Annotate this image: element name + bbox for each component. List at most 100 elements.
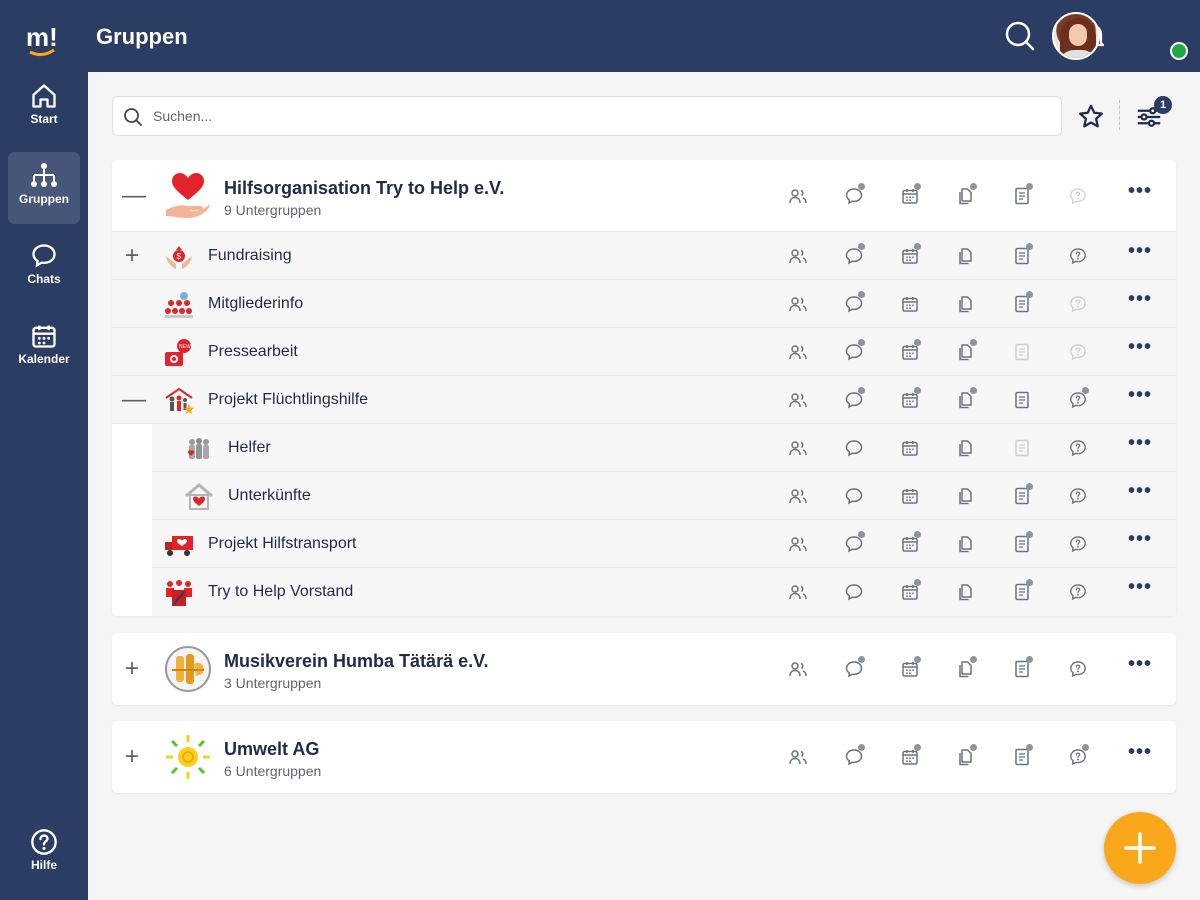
files-icon-button[interactable] xyxy=(956,183,977,206)
subgroup-row[interactable]: NEWS Pressearbeit ••• xyxy=(112,328,1176,376)
group-row[interactable]: + Umwelt AG 6 Untergruppen ••• xyxy=(112,721,1176,793)
files-icon-button[interactable] xyxy=(956,438,976,458)
group-row[interactable]: + Musikverein Humba Tätärä e.V. 3 Unterg… xyxy=(112,633,1176,705)
members-icon-button[interactable] xyxy=(788,534,808,554)
chat-icon-button[interactable] xyxy=(844,387,865,410)
expand-toggle[interactable]: + xyxy=(122,657,142,681)
chat-icon-button[interactable] xyxy=(844,656,865,679)
chat-icon-button[interactable] xyxy=(844,438,864,458)
survey-icon-button[interactable] xyxy=(1068,387,1089,410)
chat-icon-button[interactable] xyxy=(844,291,865,314)
more-icon[interactable]: ••• xyxy=(1128,289,1152,314)
survey-icon-button[interactable] xyxy=(1068,186,1088,206)
calendar-icon-button[interactable] xyxy=(900,183,921,206)
files-icon-button[interactable] xyxy=(956,339,977,362)
files-icon-button[interactable] xyxy=(956,656,977,679)
files-icon-button[interactable] xyxy=(956,294,976,314)
survey-icon-button[interactable] xyxy=(1068,582,1088,602)
survey-icon-button[interactable] xyxy=(1068,342,1088,362)
calendar-icon-button[interactable] xyxy=(900,579,921,602)
subgroup-row[interactable]: — Projekt Flüchtlingshilfe ••• xyxy=(112,376,1176,424)
members-icon-button[interactable] xyxy=(788,747,808,767)
search-button[interactable] xyxy=(1002,18,1038,54)
survey-icon-button[interactable] xyxy=(1068,246,1088,266)
expand-toggle[interactable]: + xyxy=(122,745,142,769)
calendar-icon-button[interactable] xyxy=(900,744,921,767)
documents-icon-button[interactable] xyxy=(1012,579,1033,602)
calendar-icon-button[interactable] xyxy=(900,486,920,506)
favorites-button[interactable] xyxy=(1076,102,1106,132)
documents-icon-button[interactable] xyxy=(1012,483,1033,506)
subgroup-row[interactable]: Unterkünfte ••• xyxy=(152,472,1176,520)
members-icon-button[interactable] xyxy=(788,246,808,266)
members-icon-button[interactable] xyxy=(788,294,808,314)
calendar-icon-button[interactable] xyxy=(900,438,920,458)
documents-icon-button[interactable] xyxy=(1012,656,1033,679)
survey-icon-button[interactable] xyxy=(1068,534,1088,554)
calendar-icon-button[interactable] xyxy=(900,656,921,679)
files-icon-button[interactable] xyxy=(956,486,976,506)
survey-icon-button[interactable] xyxy=(1068,294,1088,314)
subgroup-row[interactable]: Mitgliederinfo ••• xyxy=(112,280,1176,328)
expand-toggle[interactable]: + xyxy=(122,244,142,268)
more-icon[interactable]: ••• xyxy=(1128,385,1152,410)
subgroup-row[interactable]: Helfer ••• xyxy=(152,424,1176,472)
more-icon[interactable]: ••• xyxy=(1128,181,1152,206)
documents-icon-button[interactable] xyxy=(1012,438,1032,458)
nav-help[interactable]: Hilfe xyxy=(8,818,80,890)
documents-icon-button[interactable] xyxy=(1012,183,1033,206)
chat-icon-button[interactable] xyxy=(844,531,865,554)
more-icon[interactable]: ••• xyxy=(1128,654,1152,679)
chat-icon-button[interactable] xyxy=(844,582,864,602)
members-icon-button[interactable] xyxy=(788,582,808,602)
documents-icon-button[interactable] xyxy=(1012,390,1032,410)
files-icon-button[interactable] xyxy=(956,582,976,602)
calendar-icon-button[interactable] xyxy=(900,243,921,266)
documents-icon-button[interactable] xyxy=(1012,291,1033,314)
more-icon[interactable]: ••• xyxy=(1128,742,1152,767)
more-icon[interactable]: ••• xyxy=(1128,337,1152,362)
documents-icon-button[interactable] xyxy=(1012,531,1033,554)
nav-calendar[interactable]: Kalender xyxy=(8,312,80,384)
nav-start[interactable]: Start xyxy=(8,72,80,144)
group-row[interactable]: — Hilfsorganisation Try to Help e.V. 9 U… xyxy=(112,160,1176,232)
documents-icon-button[interactable] xyxy=(1012,243,1033,266)
more-icon[interactable]: ••• xyxy=(1128,481,1152,506)
documents-icon-button[interactable] xyxy=(1012,744,1033,767)
calendar-icon-button[interactable] xyxy=(900,531,921,554)
nav-chats[interactable]: Chats xyxy=(8,232,80,304)
calendar-icon-button[interactable] xyxy=(900,387,921,410)
search-input[interactable] xyxy=(153,105,1043,127)
calendar-icon-button[interactable] xyxy=(900,294,920,314)
add-group-button[interactable] xyxy=(1104,812,1176,884)
chat-icon-button[interactable] xyxy=(844,183,865,206)
files-icon-button[interactable] xyxy=(956,534,976,554)
calendar-icon-button[interactable] xyxy=(900,339,921,362)
survey-icon-button[interactable] xyxy=(1068,744,1089,767)
more-icon[interactable]: ••• xyxy=(1128,433,1152,458)
more-icon[interactable]: ••• xyxy=(1128,241,1152,266)
survey-icon-button[interactable] xyxy=(1068,486,1088,506)
collapse-toggle[interactable]: — xyxy=(122,184,146,208)
app-logo[interactable]: m! xyxy=(20,14,68,62)
documents-icon-button[interactable] xyxy=(1012,342,1032,362)
survey-icon-button[interactable] xyxy=(1068,659,1088,679)
files-icon-button[interactable] xyxy=(956,246,976,266)
members-icon-button[interactable] xyxy=(788,486,808,506)
files-icon-button[interactable] xyxy=(956,744,977,767)
survey-icon-button[interactable] xyxy=(1068,438,1088,458)
members-icon-button[interactable] xyxy=(788,659,808,679)
more-icon[interactable]: ••• xyxy=(1128,529,1152,554)
chat-icon-button[interactable] xyxy=(844,744,865,767)
subgroup-row[interactable]: + $ Fundraising ••• xyxy=(112,232,1176,280)
chat-icon-button[interactable] xyxy=(844,243,865,266)
chat-icon-button[interactable] xyxy=(844,486,864,506)
members-icon-button[interactable] xyxy=(788,342,808,362)
collapse-toggle[interactable]: — xyxy=(122,388,146,412)
user-avatar[interactable] xyxy=(1052,12,1100,60)
members-icon-button[interactable] xyxy=(788,438,808,458)
nav-groups[interactable]: Gruppen xyxy=(8,152,80,224)
files-icon-button[interactable] xyxy=(956,387,977,410)
more-icon[interactable]: ••• xyxy=(1128,577,1152,602)
members-icon-button[interactable] xyxy=(788,390,808,410)
